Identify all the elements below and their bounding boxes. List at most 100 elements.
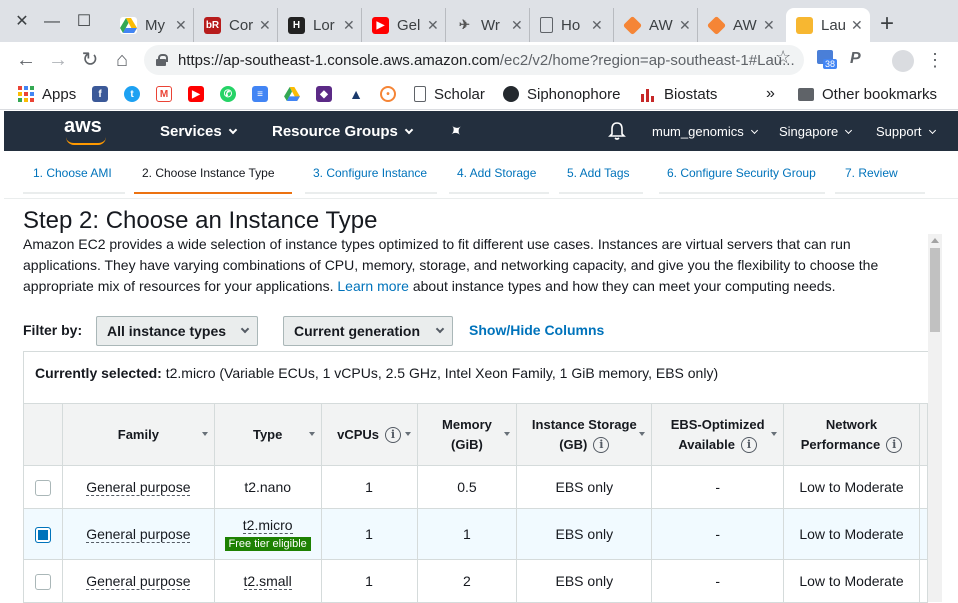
menu-icon[interactable]: ⋮ bbox=[926, 50, 946, 70]
info-icon[interactable]: i bbox=[886, 437, 903, 454]
generation-filter[interactable]: Current generation bbox=[283, 316, 453, 346]
new-tab-icon[interactable]: + bbox=[880, 10, 894, 38]
h-icon: H bbox=[288, 16, 305, 34]
info-icon[interactable]: i bbox=[593, 437, 610, 454]
close-tab-icon[interactable]: ✕ bbox=[679, 17, 691, 34]
column-header-instance-storage[interactable]: Instance Storage (GB) i bbox=[516, 403, 653, 466]
close-tab-icon[interactable]: ✕ bbox=[427, 17, 439, 34]
close-tab-icon[interactable]: ✕ bbox=[591, 17, 603, 34]
network-cell: Low to Moderate bbox=[783, 508, 920, 560]
browser-tab[interactable]: ✈ Wr ✕ bbox=[446, 8, 530, 42]
document-icon bbox=[540, 17, 553, 33]
address-bar[interactable]: https://ap-southeast-1.console.aws.amazo… bbox=[144, 45, 804, 75]
bookmark-siphonophore[interactable]: Siphonophore bbox=[503, 84, 620, 104]
step-review[interactable]: 7. Review bbox=[835, 166, 925, 194]
gmail-icon: M bbox=[156, 86, 172, 102]
table-row-selected[interactable]: General purpose t2.micro Free tier eligi… bbox=[23, 508, 929, 560]
table-row[interactable]: General purpose t2.small 1 2 EBS only - … bbox=[23, 559, 929, 603]
info-icon[interactable]: i bbox=[740, 437, 757, 454]
bookmark-docs[interactable]: ≡ bbox=[252, 84, 276, 104]
learn-more-link[interactable]: Learn more bbox=[337, 278, 409, 294]
browser-tab[interactable]: Ho ✕ bbox=[530, 8, 614, 42]
bookmark-eye[interactable]: • bbox=[380, 84, 404, 104]
close-tab-icon[interactable]: ✕ bbox=[851, 17, 863, 34]
column-header-memory[interactable]: Memory (GiB) bbox=[416, 403, 518, 466]
scroll-up-arrow-icon[interactable] bbox=[931, 238, 939, 243]
bookmark-whatsapp[interactable]: ✆ bbox=[220, 84, 244, 104]
bell-icon[interactable] bbox=[608, 121, 626, 146]
network-cell: Low to Moderate bbox=[783, 559, 920, 603]
browser-tab[interactable]: AW ✕ bbox=[614, 8, 698, 42]
bookmark-star-icon[interactable]: ☆ bbox=[775, 47, 791, 68]
browser-tab[interactable]: bR Cor ✕ bbox=[194, 8, 278, 42]
close-tab-icon[interactable]: ✕ bbox=[511, 17, 523, 34]
extension-icon[interactable]: 38 bbox=[817, 50, 838, 70]
facebook-icon: f bbox=[92, 86, 108, 102]
scrollbar[interactable] bbox=[928, 234, 942, 602]
step-configure-security-group[interactable]: 6. Configure Security Group bbox=[659, 166, 825, 194]
step-configure-instance[interactable]: 3. Configure Instance bbox=[305, 166, 437, 194]
bookmark-drive[interactable] bbox=[284, 84, 308, 104]
bookmark-youtube[interactable]: ▶ bbox=[188, 84, 212, 104]
bookmark-apps[interactable]: Apps bbox=[18, 84, 76, 104]
reload-icon[interactable]: ↻ bbox=[78, 48, 102, 72]
bar-chart-icon bbox=[640, 86, 656, 102]
bookmarks-overflow[interactable]: » bbox=[766, 84, 775, 104]
aws-cube-icon bbox=[706, 15, 727, 35]
bookmark-scholar[interactable]: Scholar bbox=[414, 84, 485, 104]
step-choose-instance-type[interactable]: 2. Choose Instance Type bbox=[134, 166, 292, 194]
google-drive-icon bbox=[284, 86, 300, 102]
pin-icon[interactable]: ✦ bbox=[445, 119, 468, 143]
region-menu[interactable]: Singapore bbox=[779, 124, 853, 139]
close-tab-icon[interactable]: ✕ bbox=[763, 17, 775, 34]
column-header-overflow bbox=[918, 403, 929, 466]
bookmark-bird[interactable]: ▲ bbox=[348, 84, 372, 104]
scrollbar-thumb[interactable] bbox=[930, 248, 940, 332]
bookmark-other[interactable]: Other bookmarks bbox=[798, 84, 937, 104]
services-menu[interactable]: Services bbox=[160, 123, 237, 140]
forward-icon[interactable]: → bbox=[46, 48, 70, 72]
bird-icon: ▲ bbox=[349, 86, 363, 102]
bookmark-facebook[interactable]: f bbox=[92, 84, 116, 104]
home-icon[interactable]: ⌂ bbox=[110, 48, 134, 72]
show-hide-columns-link[interactable]: Show/Hide Columns bbox=[469, 322, 604, 338]
column-header-network-performance[interactable]: Network Performance i bbox=[783, 403, 920, 466]
step-add-tags[interactable]: 5. Add Tags bbox=[559, 166, 643, 194]
step-choose-ami[interactable]: 1. Choose AMI bbox=[23, 166, 125, 194]
browser-tab[interactable]: My ✕ bbox=[110, 8, 194, 42]
browser-tab[interactable]: ▶ Gel ✕ bbox=[362, 8, 446, 42]
column-header-ebs-optimized[interactable]: EBS-Optimized Available i bbox=[651, 403, 785, 466]
back-icon[interactable]: ← bbox=[14, 48, 38, 72]
browser-tab[interactable]: AW ✕ bbox=[698, 8, 782, 42]
bookmark-twitter[interactable]: t bbox=[124, 84, 148, 104]
support-menu[interactable]: Support bbox=[876, 124, 936, 139]
aws-logo[interactable]: aws bbox=[64, 115, 102, 138]
browser-tab-active[interactable]: Lau ✕ bbox=[786, 8, 870, 42]
paypal-icon[interactable]: P bbox=[850, 50, 870, 70]
close-tab-icon[interactable]: ✕ bbox=[175, 17, 187, 34]
row-checkbox[interactable] bbox=[34, 479, 51, 496]
account-menu[interactable]: mum_genomics bbox=[652, 124, 758, 139]
table-row[interactable]: General purpose t2.nano 1 0.5 EBS only -… bbox=[23, 465, 929, 509]
step-add-storage[interactable]: 4. Add Storage bbox=[449, 166, 549, 194]
column-header-type[interactable]: Type bbox=[213, 403, 322, 466]
row-checkbox[interactable] bbox=[34, 573, 51, 590]
close-window-icon[interactable]: ✕ bbox=[8, 8, 36, 36]
browser-tab[interactable]: H Lor ✕ bbox=[278, 8, 362, 42]
row-checkbox[interactable] bbox=[34, 526, 51, 543]
instance-family-filter[interactable]: All instance types bbox=[96, 316, 258, 346]
maximize-icon[interactable]: ☐ bbox=[70, 8, 98, 36]
profile-avatar[interactable] bbox=[892, 50, 914, 72]
close-tab-icon[interactable]: ✕ bbox=[259, 17, 271, 34]
column-header-family[interactable]: Family bbox=[61, 403, 215, 466]
minimize-icon[interactable]: — bbox=[38, 8, 66, 36]
bookmark-gmail[interactable]: M bbox=[156, 84, 180, 104]
bookmark-biostats[interactable]: Biostats bbox=[640, 84, 717, 104]
aws-header: aws Services Resource Groups ✦ mum_genom… bbox=[4, 111, 958, 151]
info-icon[interactable]: i bbox=[385, 427, 402, 444]
resource-groups-menu[interactable]: Resource Groups bbox=[272, 123, 414, 140]
row-select-cell bbox=[23, 559, 63, 603]
column-header-vcpus[interactable]: vCPUs i bbox=[320, 403, 418, 466]
close-tab-icon[interactable]: ✕ bbox=[343, 17, 355, 34]
bookmark-cube[interactable]: ◆ bbox=[316, 84, 340, 104]
